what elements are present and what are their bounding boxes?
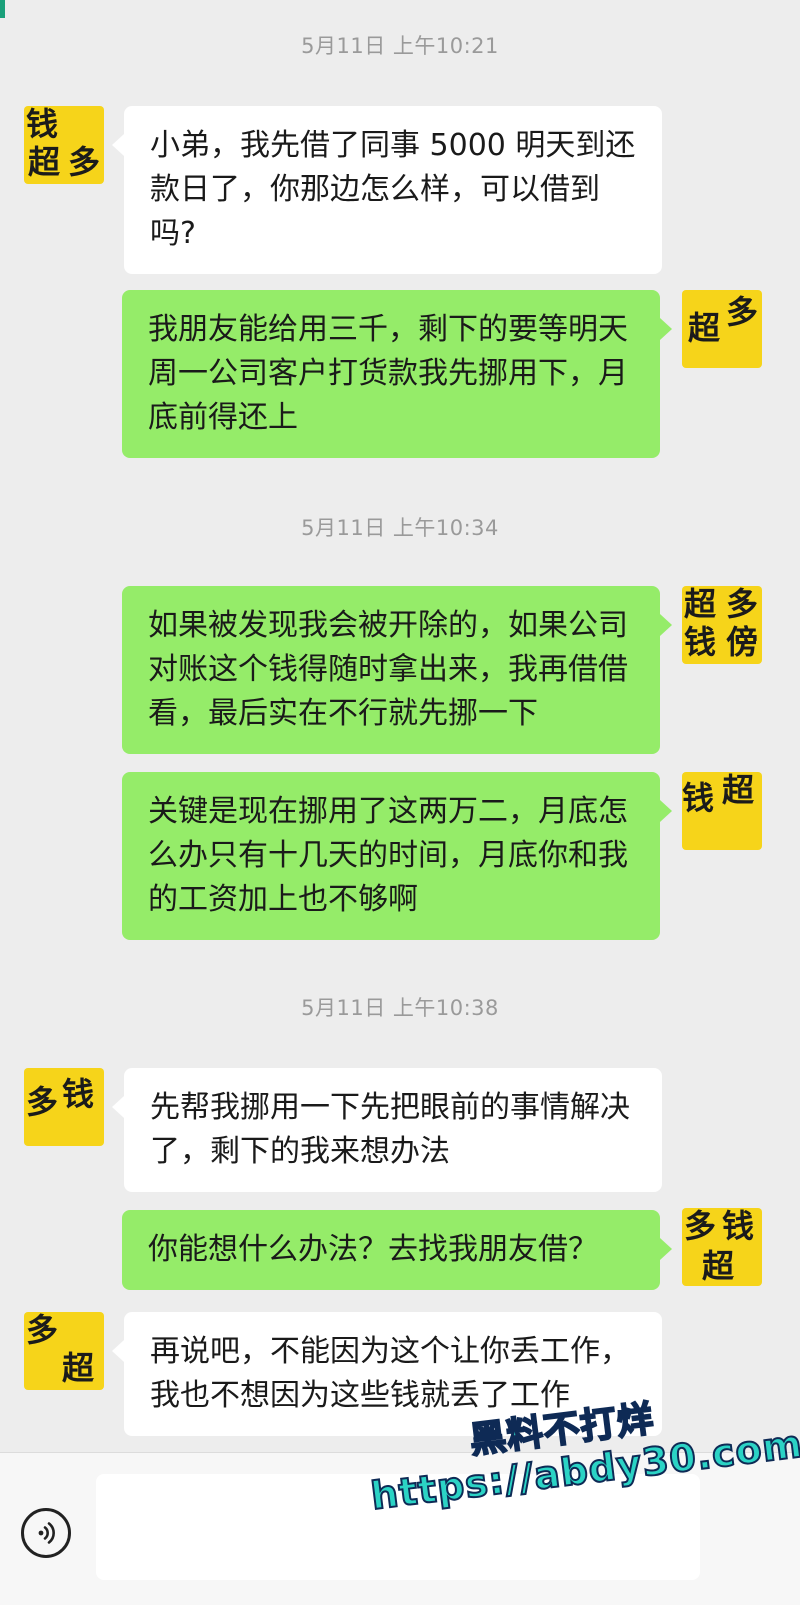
timestamp: 5月11日 上午10:21: [301, 34, 499, 58]
timestamp: 5月11日 上午10:38: [301, 996, 499, 1020]
timestamp: 5月11日 上午10:34: [301, 516, 499, 540]
message-bubble-incoming[interactable]: 再说吧，不能因为这个让你丢工作，我也不想因为这些钱就丢了工作: [112, 1312, 662, 1436]
chat-area[interactable]: 5月11日 上午10:21 钱 超 多 小弟，我先借了同事 5000 明天到还款…: [0, 0, 800, 1452]
message-bubble-incoming[interactable]: 小弟，我先借了同事 5000 明天到还款日了，你那边怎么样，可以借到吗?: [112, 106, 662, 274]
message-bubble-outgoing[interactable]: 我朋友能给用三千，剩下的要等明天周一公司客户打货款我先挪用下，月底前得还上: [122, 290, 672, 458]
message-bubble-incoming[interactable]: 先帮我挪用一下先把眼前的事情解决了，剩下的我来想办法: [112, 1068, 662, 1192]
message-bubble-outgoing[interactable]: 如果被发现我会被开除的，如果公司对账这个钱得随时拿出来，我再借借看，最后实在不行…: [122, 586, 672, 754]
message-input[interactable]: [96, 1474, 700, 1580]
voice-icon: [38, 1522, 55, 1544]
avatar[interactable]: 多 钱 超: [682, 1208, 762, 1286]
avatar[interactable]: 钱 超: [682, 772, 762, 850]
avatar[interactable]: 超 多 钱 傍: [682, 586, 762, 664]
avatar[interactable]: 多 钱: [24, 1068, 104, 1146]
message-bubble-outgoing[interactable]: 你能想什么办法？去找我朋友借？: [122, 1210, 672, 1290]
avatar[interactable]: 钱 超 多: [24, 106, 104, 184]
message-bubble-outgoing[interactable]: 关键是现在挪用了这两万二，月底怎么办只有十几天的时间，月底你和我的工资加上也不够…: [122, 772, 672, 940]
voice-button[interactable]: [21, 1508, 71, 1558]
avatar[interactable]: 超 多: [682, 290, 762, 368]
avatar[interactable]: 多 超: [24, 1312, 104, 1390]
